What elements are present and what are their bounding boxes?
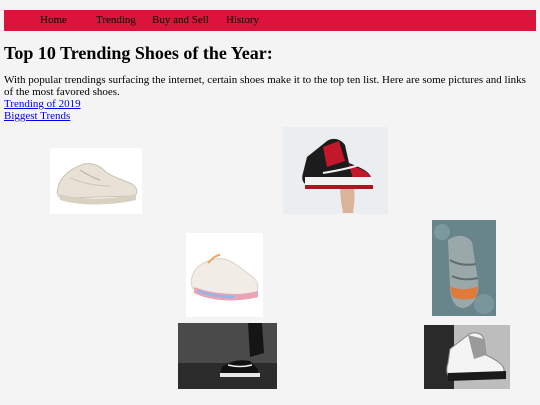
black-white-shoes-image[interactable] [178, 323, 277, 389]
grey-black-high-top-image[interactable] [424, 325, 510, 389]
page-title: Top 10 Trending Shoes of the Year: [4, 43, 273, 63]
white-running-shoe-image[interactable] [186, 233, 263, 317]
biggest-trends-link[interactable]: Biggest Trends [4, 110, 70, 122]
red-black-high-top-image[interactable] [283, 127, 388, 214]
nav-buy-and-sell-link[interactable]: Buy and Sell [152, 14, 209, 26]
cream-sneaker-image[interactable] [50, 148, 142, 214]
nav-home-link[interactable]: Home [40, 14, 67, 26]
nav-trending-link[interactable]: Trending [96, 14, 136, 26]
nav-bar: Home Trending Buy and Sell History [4, 10, 536, 31]
intro-paragraph: With popular trendings surfacing the int… [4, 74, 526, 98]
teal-orange-sneaker-image[interactable] [432, 220, 496, 316]
trending-2019-link[interactable]: Trending of 2019 [4, 98, 81, 110]
nav-history-link[interactable]: History [226, 14, 259, 26]
